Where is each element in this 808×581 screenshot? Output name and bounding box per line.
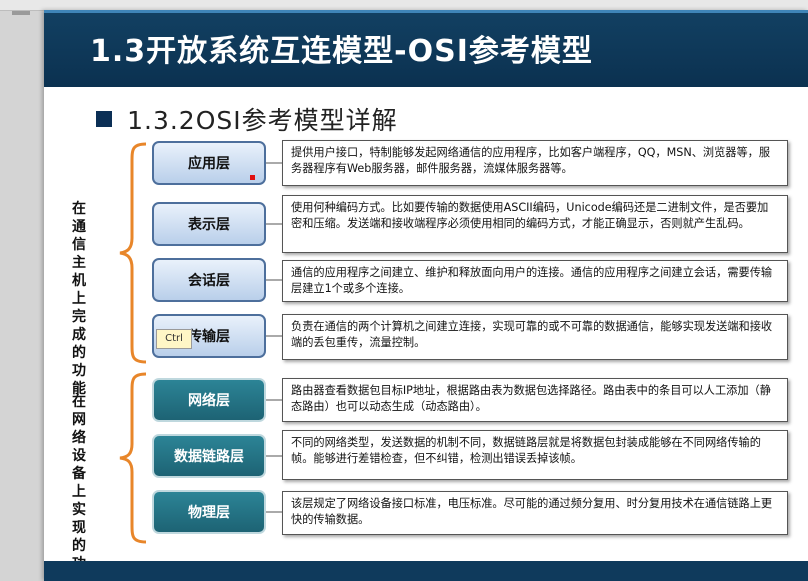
layer-network-description: 路由器查看数据包目标IP地址，根据路由表为数据包选择路径。路由表中的条目可以人工… xyxy=(282,378,788,422)
layer-session-description: 通信的应用程序之间建立、维护和释放面向用户的连接。通信的应用程序之间建立会话，需… xyxy=(282,260,788,302)
ctrl-tooltip: Ctrl xyxy=(156,329,192,349)
connector-line xyxy=(266,162,282,164)
layer-session-button[interactable]: 会话层 xyxy=(152,258,266,302)
slide: 1.3开放系统互连模型-OSI参考模型 1.3.2OSI参考模型详解 在通信主机… xyxy=(44,10,808,581)
square-bullet-icon xyxy=(96,111,112,127)
layer-application-description: 提供用户接口，特制能够发起网络通信的应用程序，比如客户端程序，QQ，MSN、浏览… xyxy=(282,140,788,186)
host-group-brace-icon xyxy=(119,142,147,364)
subtitle-row: 1.3.2OSI参考模型详解 xyxy=(96,101,398,135)
group-label-network: 在网络设备上实现的功能 xyxy=(72,394,86,581)
slide-title: 1.3开放系统互连模型-OSI参考模型 xyxy=(90,34,593,69)
layer-physical-description: 该层规定了网络设备接口标准，电压标准。尽可能的通过频分复用、时分复用技术在通信链… xyxy=(282,491,788,535)
layer-datalink-button[interactable]: 数据链路层 xyxy=(152,434,266,478)
bottom-bar xyxy=(44,561,808,581)
connector-line xyxy=(266,335,282,337)
layer-network-button[interactable]: 网络层 xyxy=(152,378,266,422)
title-bar: 1.3开放系统互连模型-OSI参考模型 xyxy=(44,10,808,87)
connector-line xyxy=(266,279,282,281)
layer-datalink-description: 不同的网络类型，发送数据的机制不同，数据链路层就是将数据包封装成能够在不同网络传… xyxy=(282,430,788,480)
layer-presentation-button[interactable]: 表示层 xyxy=(152,202,266,246)
layer-physical-button[interactable]: 物理层 xyxy=(152,490,266,534)
layer-transport-description: 负责在通信的两个计算机之间建立连接，实现可靠的或不可靠的数据通信，能够实现发送端… xyxy=(282,314,788,360)
connector-line xyxy=(266,511,282,513)
layer-application-button[interactable]: 应用层 xyxy=(152,141,266,185)
connector-line xyxy=(266,455,282,457)
network-group-brace-icon xyxy=(119,372,147,544)
slide-subtitle: 1.3.2OSI参考模型详解 xyxy=(127,106,398,135)
connector-line xyxy=(266,399,282,401)
layer-presentation-description: 使用何种编码方式。比如要传输的数据使用ASCII编码，Unicode编码还是二进… xyxy=(282,195,788,253)
connector-line xyxy=(266,223,282,225)
group-label-host: 在通信主机上完成的功能 xyxy=(72,201,86,397)
pointer-marker xyxy=(250,175,255,180)
